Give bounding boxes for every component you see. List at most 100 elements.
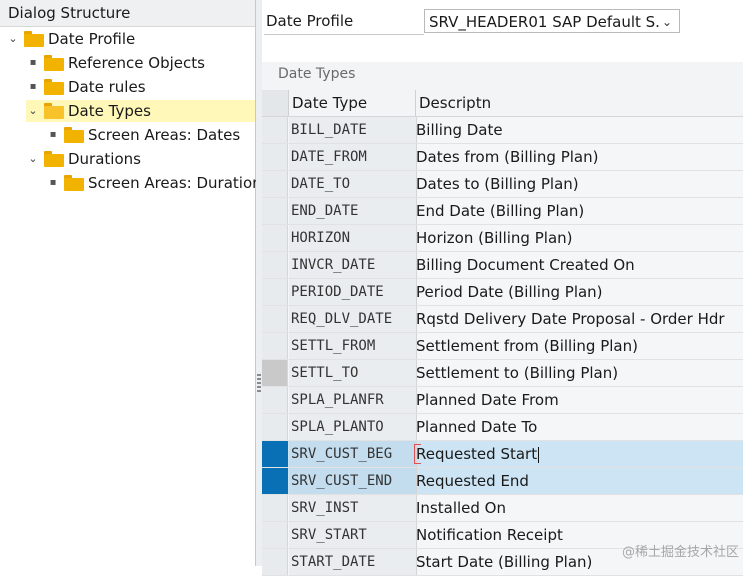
row-selector[interactable] (262, 225, 288, 251)
folder-icon (64, 175, 84, 191)
chevron-down-icon[interactable]: ⌄ (659, 10, 675, 32)
table-row-selected[interactable]: SRV_CUST_BEG Requested Start (262, 441, 743, 468)
chevron-down-icon[interactable]: ⌄ (6, 28, 20, 50)
table-row[interactable]: INVCR_DATE Billing Document Created On (262, 252, 743, 279)
dialog-structure-title: Dialog Structure (0, 0, 255, 27)
edit-marker (414, 444, 421, 464)
date-types-table: Date Type Descriptn BILL_DATE Billing Dat… (262, 90, 743, 576)
date-type-cell: DATE_FROM (289, 144, 417, 170)
row-selector[interactable] (262, 252, 288, 278)
row-selector[interactable] (262, 279, 288, 305)
watermark: @稀土掘金技术社区 (621, 545, 739, 560)
table-row[interactable]: BILL_DATE Billing Date (262, 117, 743, 144)
table-row[interactable]: SETTL_FROM Settlement from (Billing Plan) (262, 333, 743, 360)
date-type-cell: SRV_CUST_BEG (289, 441, 417, 467)
table-row[interactable]: SPLA_PLANTO Planned Date To (262, 414, 743, 441)
table-row[interactable]: SETTL_TO Settlement to (Billing Plan) (262, 360, 743, 387)
description-cell[interactable]: Requested End (416, 468, 743, 494)
row-selector[interactable] (262, 144, 288, 170)
open-folder-icon (44, 103, 64, 119)
date-profile-value: SRV_HEADER01 SAP Default S... (429, 13, 670, 31)
row-selector[interactable] (262, 171, 288, 197)
table-row[interactable]: HORIZON Horizon (Billing Plan) (262, 225, 743, 252)
tree-node-screen-areas-dates[interactable]: ▪ Screen Areas: Dates (46, 124, 244, 146)
table-row[interactable]: END_DATE End Date (Billing Plan) (262, 198, 743, 225)
date-types-section: Date Types Date Type Descriptn BILL_DATE… (262, 62, 743, 576)
tree-node-date-profile[interactable]: ⌄ Date Profile (6, 28, 139, 50)
description-cell[interactable]: Dates to (Billing Plan) (416, 171, 743, 197)
detail-panel: Date Profile SRV_HEADER01 SAP Default S.… (262, 0, 743, 576)
table-row[interactable]: REQ_DLV_DATE Rqstd Delivery Date Proposal… (262, 306, 743, 333)
tree-node-date-types[interactable]: ⌄ Date Types (26, 100, 255, 122)
description-cell-editing[interactable]: Requested Start (414, 441, 743, 467)
description-cell[interactable]: Billing Document Created On (416, 252, 743, 278)
description-cell[interactable]: Settlement to (Billing Plan) (416, 360, 743, 386)
date-type-cell: HORIZON (289, 225, 417, 251)
tree-node-screen-areas-duration[interactable]: ▪ Screen Areas: Duration (46, 172, 266, 194)
chevron-down-icon[interactable]: ⌄ (26, 148, 40, 170)
bullet-icon: ▪ (49, 177, 57, 188)
row-selector[interactable] (262, 333, 288, 359)
date-profile-label: Date Profile (266, 12, 354, 30)
date-type-cell: PERIOD_DATE (289, 279, 417, 305)
folder-icon (44, 79, 64, 95)
date-type-cell: INVCR_DATE (289, 252, 417, 278)
description-cell[interactable]: Dates from (Billing Plan) (416, 144, 743, 170)
select-all-cell[interactable] (262, 90, 289, 116)
bullet-icon: ▪ (29, 81, 37, 92)
row-selector[interactable] (262, 441, 288, 467)
date-types-title: Date Types (278, 66, 356, 82)
description-cell[interactable]: Planned Date From (416, 387, 743, 413)
description-cell[interactable]: Rqstd Delivery Date Proposal - Order Hdr (416, 306, 743, 332)
dialog-structure-panel: Dialog Structure ⌄ Date Profile ▪ Refere… (0, 0, 262, 566)
bullet-icon: ▪ (29, 57, 37, 68)
table-row[interactable]: PERIOD_DATE Period Date (Billing Plan) (262, 279, 743, 306)
table-row[interactable]: DATE_TO Dates to (Billing Plan) (262, 171, 743, 198)
date-type-cell: DATE_TO (289, 171, 417, 197)
tree-node-date-rules[interactable]: ▪ Date rules (26, 76, 150, 98)
row-selector[interactable] (262, 198, 288, 224)
folder-icon (64, 127, 84, 143)
row-selector[interactable] (262, 306, 288, 332)
row-selector[interactable] (262, 117, 288, 143)
tree-node-durations[interactable]: ⌄ Durations (26, 148, 145, 170)
column-divider[interactable] (415, 90, 416, 116)
date-type-cell: SETTL_FROM (289, 333, 417, 359)
folder-icon (44, 151, 64, 167)
table-row[interactable]: SPLA_PLANFR Planned Date From (262, 387, 743, 414)
column-header-description[interactable]: Descriptn (419, 90, 491, 116)
row-selector[interactable] (262, 549, 288, 575)
label-underline (264, 34, 424, 35)
description-cell[interactable]: Installed On (416, 495, 743, 521)
date-type-cell: SRV_START (289, 522, 417, 548)
row-selector[interactable] (262, 414, 288, 440)
column-header-date-type[interactable]: Date Type (292, 90, 367, 116)
description-cell[interactable]: End Date (Billing Plan) (416, 198, 743, 224)
row-selector[interactable] (262, 387, 288, 413)
bullet-icon: ▪ (49, 129, 57, 140)
description-cell[interactable]: Period Date (Billing Plan) (416, 279, 743, 305)
tree-node-reference-objects[interactable]: ▪ Reference Objects (26, 52, 209, 74)
table-row[interactable]: DATE_FROM Dates from (Billing Plan) (262, 144, 743, 171)
row-selector[interactable] (262, 495, 288, 521)
row-selector[interactable] (262, 468, 288, 494)
date-type-cell: SRV_INST (289, 495, 417, 521)
date-type-cell: START_DATE (289, 549, 417, 575)
row-selector[interactable] (262, 522, 288, 548)
date-type-cell: SRV_CUST_END (289, 468, 417, 494)
description-cell[interactable]: Billing Date (416, 117, 743, 143)
date-type-cell: REQ_DLV_DATE (289, 306, 417, 332)
date-type-cell: BILL_DATE (289, 117, 417, 143)
date-profile-select[interactable]: SRV_HEADER01 SAP Default S... ⌄ (424, 9, 680, 33)
description-cell[interactable]: Planned Date To (416, 414, 743, 440)
table-row-selected[interactable]: SRV_CUST_END Requested End (262, 468, 743, 495)
date-type-cell: SPLA_PLANTO (289, 414, 417, 440)
row-selector[interactable] (262, 360, 288, 386)
description-cell[interactable]: Horizon (Billing Plan) (416, 225, 743, 251)
description-cell[interactable]: Settlement from (Billing Plan) (416, 333, 743, 359)
splitter-grip-icon[interactable] (257, 374, 261, 392)
chevron-down-icon[interactable]: ⌄ (26, 100, 40, 122)
folder-icon (44, 55, 64, 71)
table-row[interactable]: SRV_INST Installed On (262, 495, 743, 522)
date-type-cell: SPLA_PLANFR (289, 387, 417, 413)
